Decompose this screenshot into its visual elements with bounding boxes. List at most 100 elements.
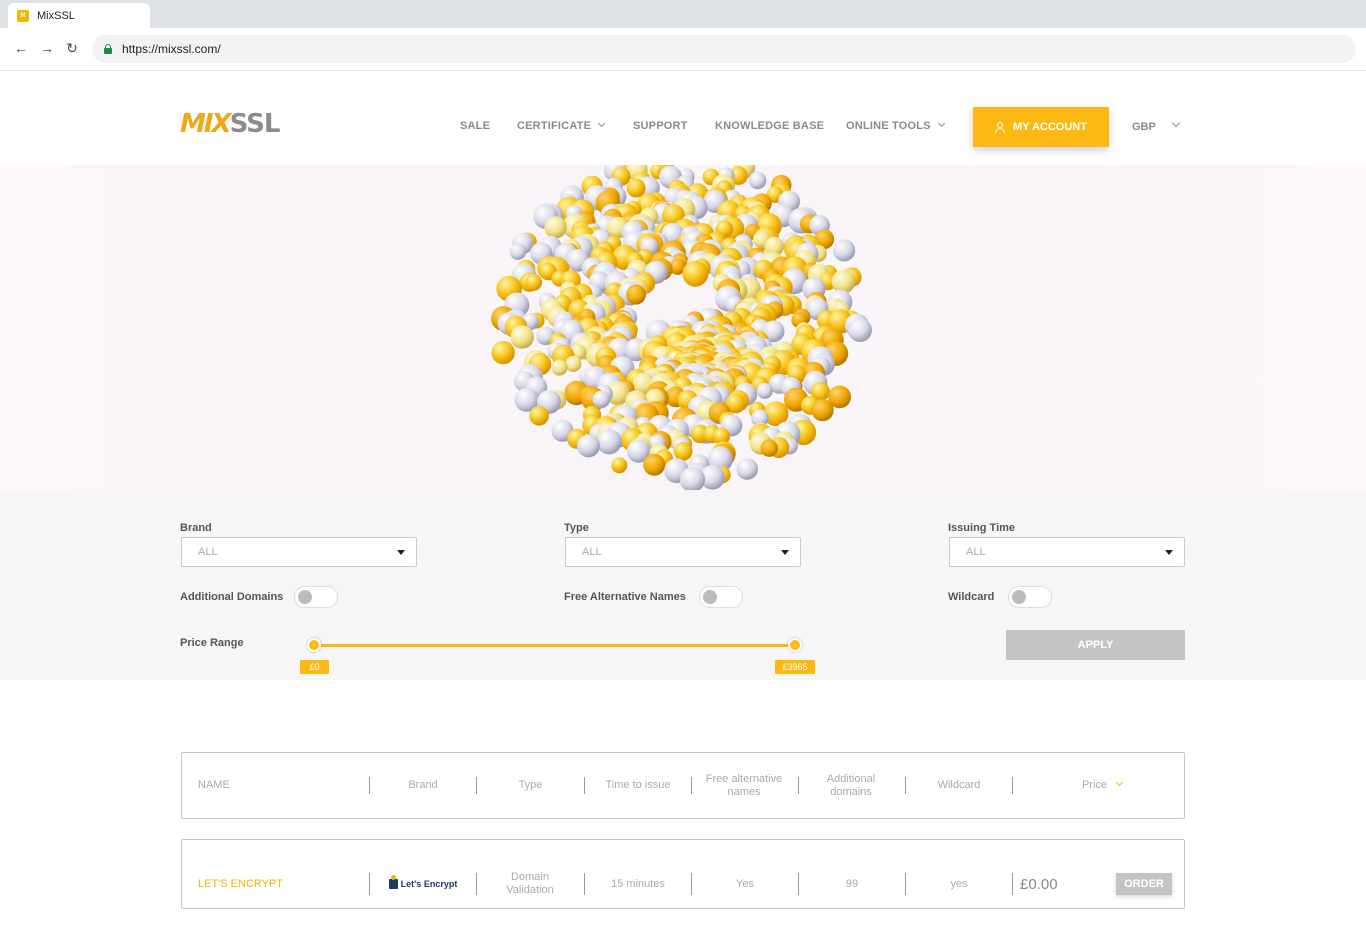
chevron-down-icon[interactable] bbox=[1171, 118, 1181, 128]
sphere-ball bbox=[577, 434, 600, 458]
column-divider bbox=[1012, 873, 1013, 895]
logo-mark: MIX bbox=[180, 109, 232, 139]
caret-down-icon bbox=[781, 550, 789, 555]
price-min-handle[interactable]: ‹ bbox=[307, 638, 321, 652]
sphere-ball bbox=[811, 399, 834, 422]
sphere-ball bbox=[525, 273, 543, 291]
browser-tab[interactable]: M MixSSL bbox=[8, 3, 150, 28]
url-text: https://mixssl.com/ bbox=[122, 42, 221, 56]
price-max-handle[interactable]: › bbox=[788, 638, 802, 652]
type-select-value: ALL bbox=[582, 546, 602, 558]
site-header: MIX SSL SALE CERTIFICATE SUPPORT KNOWLED… bbox=[0, 71, 1366, 165]
product-name[interactable]: LET'S ENCRYPT bbox=[198, 840, 368, 928]
type-select[interactable]: ALL bbox=[565, 537, 801, 567]
price-min-tag: £0 bbox=[300, 660, 329, 674]
back-icon[interactable]: ← bbox=[12, 40, 30, 56]
my-account-label: MY ACCOUNT bbox=[1013, 121, 1087, 133]
nav-certificate-label: CERTIFICATE bbox=[517, 120, 592, 132]
column-divider bbox=[1012, 777, 1013, 794]
sphere-ball bbox=[592, 390, 610, 409]
price-range-label: Price Range bbox=[180, 637, 244, 649]
sphere-ball bbox=[748, 171, 767, 190]
column-type[interactable]: Type bbox=[477, 753, 584, 818]
sphere-ball bbox=[626, 284, 646, 305]
sphere-ball bbox=[760, 439, 779, 457]
sphere-ball bbox=[673, 442, 693, 461]
sphere-ball bbox=[544, 216, 567, 239]
sphere-ball bbox=[596, 429, 622, 455]
hero-banner bbox=[0, 165, 1366, 490]
free-alt-cell: Yes bbox=[736, 877, 754, 890]
sphere-ball bbox=[833, 239, 856, 262]
site-logo[interactable]: MIX SSL bbox=[180, 109, 281, 139]
column-time-to-issue[interactable]: Time to issue bbox=[585, 753, 691, 818]
issuing-time-select[interactable]: ALL bbox=[949, 537, 1185, 567]
column-divider bbox=[476, 873, 477, 895]
sphere-ball bbox=[756, 382, 773, 399]
sphere-ball bbox=[509, 243, 527, 260]
column-divider bbox=[691, 777, 692, 794]
sphere-ball bbox=[611, 457, 628, 474]
price-range-track[interactable] bbox=[314, 644, 795, 647]
chevron-down-icon bbox=[598, 119, 606, 128]
wildcard-cell: yes bbox=[950, 877, 968, 890]
lock-icon bbox=[104, 44, 112, 54]
nav-certificate[interactable]: CERTIFICATE bbox=[517, 119, 606, 132]
price-cell: £0.00 bbox=[1020, 875, 1058, 893]
sphere-ball bbox=[565, 355, 582, 372]
time-cell: 15 minutes bbox=[611, 877, 665, 890]
lets-encrypt-icon bbox=[388, 875, 398, 889]
nav-support[interactable]: SUPPORT bbox=[633, 120, 688, 132]
sphere-ball bbox=[491, 340, 515, 365]
brand-select-value: ALL bbox=[198, 546, 218, 558]
column-divider bbox=[798, 777, 799, 794]
column-price-label: Price bbox=[1081, 779, 1108, 791]
order-button[interactable]: ORDER bbox=[1116, 873, 1172, 895]
sphere-ball bbox=[682, 260, 709, 287]
nav-knowledge-base[interactable]: KNOWLEDGE BASE bbox=[715, 120, 824, 132]
column-additional-domains[interactable]: Additional domains bbox=[812, 753, 890, 818]
browser-tabstrip: M MixSSL bbox=[0, 0, 1366, 28]
logo-text: SSL bbox=[229, 109, 281, 139]
favicon-icon: M bbox=[17, 9, 29, 22]
sphere-ball bbox=[529, 406, 549, 426]
apply-button[interactable]: APPLY bbox=[1006, 630, 1185, 660]
sphere-cluster-graphic bbox=[491, 165, 872, 490]
additional-domains-label: Additional Domains bbox=[180, 591, 284, 603]
user-icon bbox=[995, 121, 1006, 133]
nav-sale[interactable]: SALE bbox=[460, 120, 490, 132]
my-account-button[interactable]: MY ACCOUNT bbox=[973, 107, 1109, 147]
type-label: Type bbox=[564, 522, 589, 534]
address-bar[interactable]: https://mixssl.com/ bbox=[92, 35, 1356, 63]
nav-online-tools[interactable]: ONLINE TOOLS bbox=[846, 119, 945, 132]
type-cell: Domain Validation bbox=[506, 871, 554, 896]
column-wildcard[interactable]: Wildcard bbox=[906, 753, 1012, 818]
sphere-ball bbox=[736, 458, 758, 480]
filter-panel: Brand ALL Type ALL Issuing Time ALL Addi… bbox=[0, 490, 1366, 680]
additional-domains-toggle[interactable] bbox=[294, 586, 338, 608]
brand-select[interactable]: ALL bbox=[181, 537, 417, 567]
reload-icon[interactable]: ↻ bbox=[63, 40, 81, 57]
sphere-ball bbox=[831, 269, 856, 294]
caret-down-icon bbox=[397, 550, 405, 555]
issuing-time-label: Issuing Time bbox=[948, 522, 1016, 534]
sphere-ball bbox=[626, 178, 646, 198]
currency-selector[interactable]: GBP bbox=[1132, 121, 1156, 133]
price-max-tag: £3965 bbox=[775, 660, 815, 674]
free-alt-names-label: Free Alternative Names bbox=[564, 591, 686, 603]
tab-title: MixSSL bbox=[37, 9, 75, 22]
column-price[interactable]: Price bbox=[1042, 753, 1162, 818]
issuing-time-select-value: ALL bbox=[966, 546, 986, 558]
additional-cell: 99 bbox=[845, 877, 859, 890]
sphere-ball bbox=[551, 359, 568, 376]
forward-icon[interactable]: → bbox=[38, 40, 56, 56]
free-alt-names-toggle[interactable] bbox=[699, 586, 743, 608]
column-name[interactable]: NAME bbox=[198, 753, 368, 818]
sort-chevron-icon bbox=[1115, 778, 1124, 787]
column-free-alt-names[interactable]: Free alternative names bbox=[697, 753, 791, 818]
lets-encrypt-logo: Let's Encrypt bbox=[388, 875, 458, 891]
brand-logo-text: Let's Encrypt bbox=[400, 878, 458, 889]
chevron-down-icon bbox=[937, 119, 945, 128]
wildcard-toggle[interactable] bbox=[1008, 586, 1052, 608]
column-brand[interactable]: Brand bbox=[370, 753, 476, 818]
